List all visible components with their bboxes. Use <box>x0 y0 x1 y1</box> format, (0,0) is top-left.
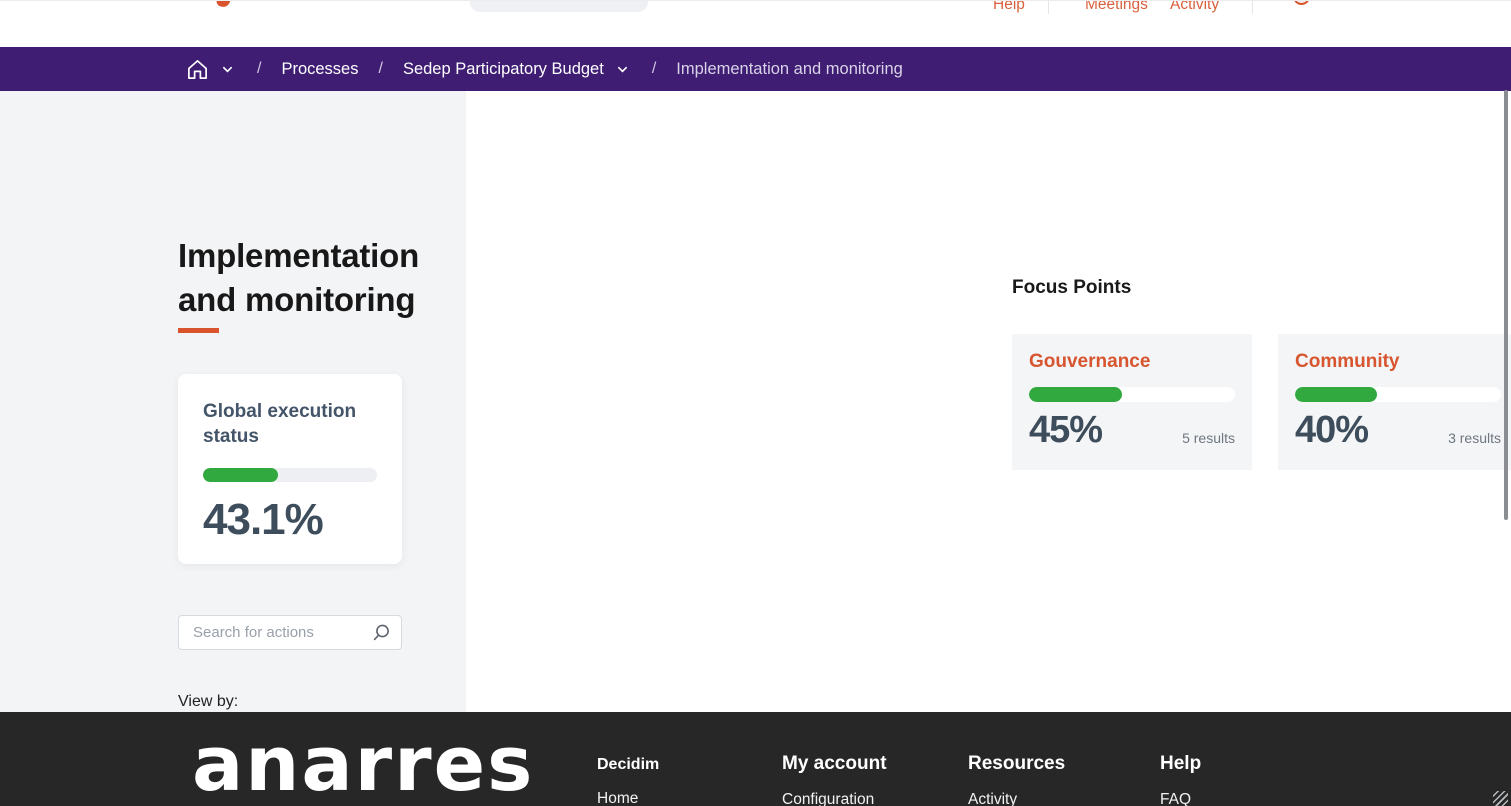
breadcrumb-process-link[interactable]: Sedep Participatory Budget <box>403 60 604 79</box>
focus-point-percent: 40% <box>1295 411 1368 449</box>
footer-link-faq[interactable]: FAQ <box>1160 791 1201 806</box>
focus-point-title-link[interactable]: Gouvernance <box>1029 351 1235 373</box>
footer-column-heading: My account <box>782 753 887 775</box>
page-title: Implementation and monitoring <box>178 234 468 322</box>
search-icon[interactable] <box>373 624 390 641</box>
global-search-field[interactable] <box>470 0 648 12</box>
top-header: Help Meetings Activity <box>0 0 1511 47</box>
chevron-down-icon[interactable] <box>222 64 233 75</box>
global-progress-bar <box>203 468 377 482</box>
footer-column-resources: Resources Activity <box>968 753 1065 806</box>
breadcrumb-separator: / <box>378 60 382 78</box>
footer-column-heading: Help <box>1160 753 1201 775</box>
focus-point-card: Gouvernance 45% 5 results <box>1012 334 1252 470</box>
footer-link-configuration[interactable]: Configuration <box>782 791 887 806</box>
navbar-logo-icon[interactable] <box>215 0 231 9</box>
topnav-divider <box>1048 0 1049 14</box>
breadcrumb-separator: / <box>257 60 261 78</box>
footer-column-heading: Decidim <box>597 753 659 774</box>
global-execution-status-card: Global execution status 43.1% <box>178 374 402 564</box>
focus-points-cards: Gouvernance 45% 5 results Community 40% … <box>1012 334 1511 470</box>
main-content: Focus Points Gouvernance 45% 5 results C… <box>466 91 1511 712</box>
topnav-help-link[interactable]: Help <box>993 0 1025 14</box>
footer-link-activity[interactable]: Activity <box>968 791 1065 806</box>
focus-point-progress-fill <box>1295 387 1377 402</box>
breadcrumb-current-page: Implementation and monitoring <box>676 60 903 79</box>
footer-link-home[interactable]: Home <box>597 790 659 806</box>
breadcrumb: / Processes / Sedep Participatory Budget… <box>0 47 1511 91</box>
topnav-meetings-link[interactable]: Meetings <box>1085 0 1148 14</box>
actions-search-field <box>178 615 402 650</box>
focus-point-card: Community 40% 3 results <box>1278 334 1511 470</box>
search-input[interactable] <box>193 624 373 641</box>
topnav-activity-link[interactable]: Activity <box>1170 0 1219 14</box>
footer: anarres Decidim Home My account Configur… <box>0 712 1511 806</box>
global-progress-fill <box>203 468 278 482</box>
topnav-divider <box>1252 0 1253 14</box>
sidebar: Implementation and monitoring Global exe… <box>0 91 466 712</box>
footer-column-my-account: My account Configuration <box>782 753 887 806</box>
user-avatar[interactable] <box>1293 0 1310 5</box>
resize-grip-icon[interactable] <box>1493 791 1508 806</box>
breadcrumb-processes-link[interactable]: Processes <box>281 60 358 79</box>
focus-point-progress-fill <box>1029 387 1122 402</box>
focus-point-results-count: 3 results <box>1448 430 1501 449</box>
focus-points-heading: Focus Points <box>1012 277 1131 299</box>
focus-point-progress-bar <box>1295 387 1501 402</box>
title-underline <box>178 328 219 333</box>
focus-point-progress-bar <box>1029 387 1235 402</box>
focus-point-title-link[interactable]: Community <box>1295 351 1501 373</box>
footer-logo[interactable]: anarres <box>192 708 534 806</box>
focus-point-results-count: 5 results <box>1182 430 1235 449</box>
footer-column-decidim: Decidim Home <box>597 753 659 806</box>
global-progress-percent: 43.1% <box>203 495 377 545</box>
chevron-down-icon[interactable] <box>617 64 628 75</box>
footer-column-help: Help FAQ <box>1160 753 1201 806</box>
page: Help Meetings Activity / Processes / Sed… <box>0 0 1511 806</box>
home-icon[interactable] <box>186 58 209 81</box>
footer-column-heading: Resources <box>968 753 1065 775</box>
scrollbar-thumb[interactable] <box>1504 90 1508 520</box>
status-card-title: Global execution status <box>203 399 377 449</box>
focus-point-percent: 45% <box>1029 411 1102 449</box>
breadcrumb-separator: / <box>652 60 656 78</box>
